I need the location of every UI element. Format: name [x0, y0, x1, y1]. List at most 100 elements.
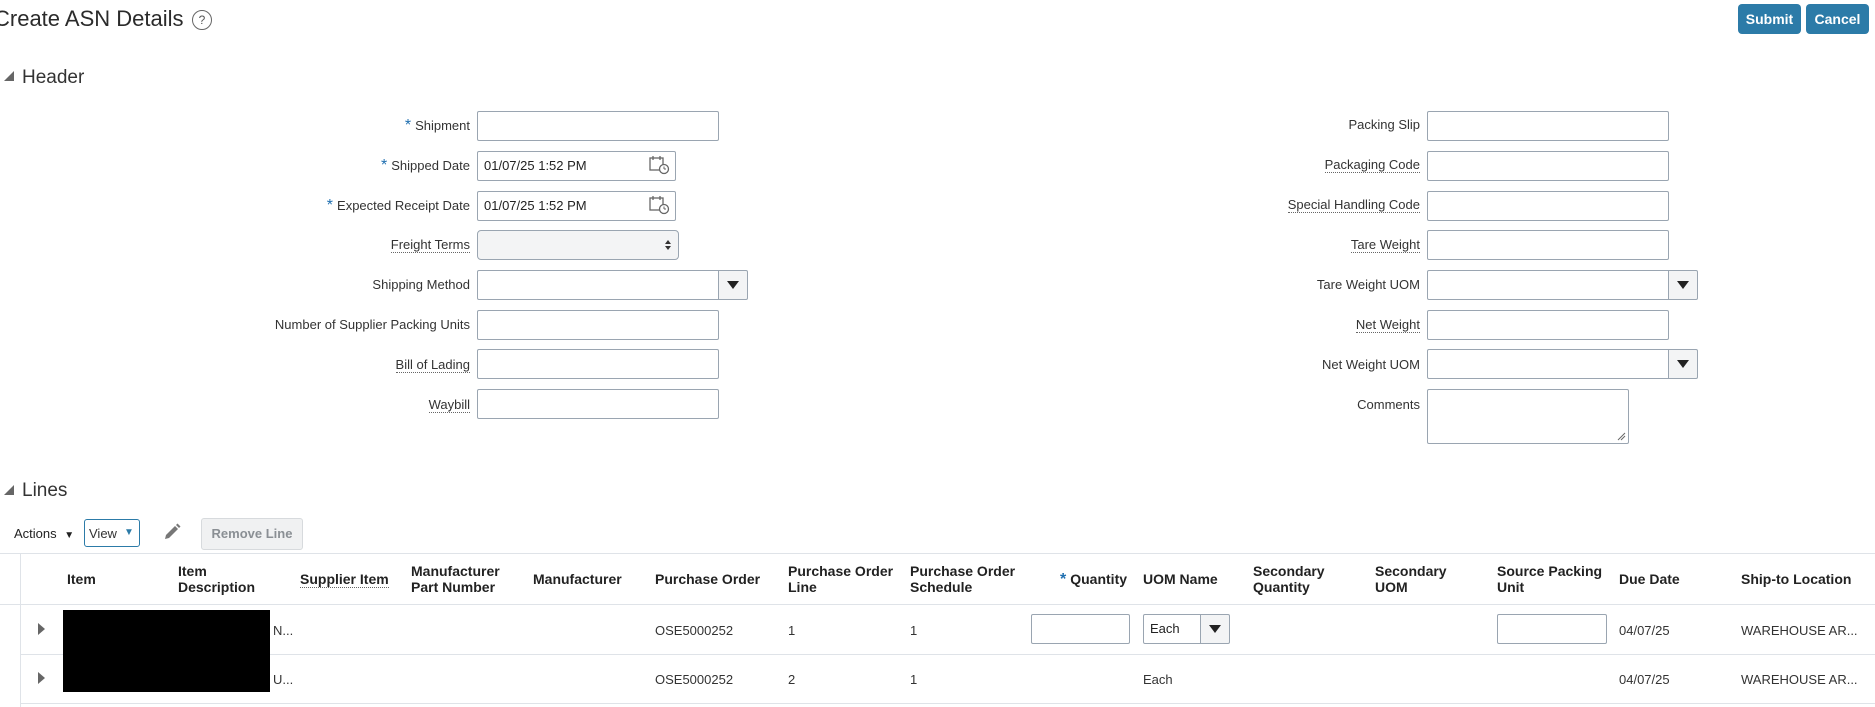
col-purchase-order[interactable]: Purchase Order	[655, 571, 760, 587]
packing-slip-input[interactable]	[1427, 111, 1669, 141]
uom-select[interactable]: Each	[1143, 614, 1201, 644]
ship-to-cell: WAREHOUSE AR...	[1741, 672, 1858, 687]
required-icon: *	[326, 197, 334, 214]
page-title: Create ASN Details	[0, 6, 184, 31]
col-ship-to-location[interactable]: Ship-to Location	[1741, 571, 1851, 587]
net-weight-uom-input[interactable]	[1427, 349, 1669, 379]
col-po-line[interactable]: Purchase Order Line	[788, 563, 893, 595]
packaging-code-input[interactable]	[1427, 151, 1669, 181]
calendar-icon[interactable]	[649, 195, 671, 215]
required-icon: *	[404, 117, 412, 134]
chevron-down-icon	[1677, 360, 1689, 368]
chevron-down-icon: ▼	[124, 527, 134, 538]
edit-pencil-icon[interactable]	[162, 522, 182, 545]
chevron-down-icon: ▼	[64, 530, 75, 541]
col-supplier-item[interactable]: Supplier Item	[300, 571, 389, 588]
supplier-packing-units-input[interactable]	[477, 310, 719, 340]
supplier-packing-units-label: Number of Supplier Packing Units	[274, 317, 470, 332]
col-secondary-uom[interactable]: Secondary UOM	[1375, 563, 1447, 595]
item-description-cell: N...	[273, 623, 294, 638]
remove-line-button[interactable]: Remove Line	[201, 518, 303, 550]
po-line-cell: 2	[788, 672, 796, 687]
expand-row-icon[interactable]	[38, 623, 45, 635]
view-label: View	[89, 526, 117, 541]
net-weight-uom-dropdown-button[interactable]	[1668, 349, 1698, 379]
waybill-input[interactable]	[477, 389, 719, 419]
packaging-code-label: Packaging Code	[1324, 157, 1420, 173]
bill-of-lading-input[interactable]	[477, 349, 719, 379]
help-icon[interactable]: ?	[192, 10, 212, 30]
submit-button[interactable]: Submit	[1738, 4, 1801, 34]
resize-handle-icon[interactable]	[1616, 431, 1626, 441]
source-packing-unit-input[interactable]	[1497, 614, 1607, 644]
shipment-label: * Shipment	[404, 117, 470, 134]
col-po-schedule[interactable]: Purchase Order Schedule	[910, 563, 1015, 595]
row-divider	[20, 703, 1875, 704]
redacted-region	[63, 610, 270, 692]
cancel-button[interactable]: Cancel	[1806, 4, 1869, 34]
quantity-input[interactable]	[1031, 614, 1130, 644]
tare-weight-uom-label: Tare Weight UOM	[1316, 277, 1420, 292]
updown-arrows-icon	[665, 240, 671, 250]
special-handling-code-label: Special Handling Code	[1287, 197, 1420, 213]
po-line-cell: 1	[788, 623, 796, 638]
table-top-border	[0, 553, 1875, 554]
comments-textarea[interactable]	[1427, 389, 1629, 444]
purchase-order-cell: OSE5000252	[655, 623, 734, 638]
uom-cell: Each	[1143, 672, 1173, 687]
col-manufacturer-part-number[interactable]: Manufacturer Part Number	[411, 563, 500, 595]
col-quantity[interactable]: * Quantity	[1060, 571, 1127, 588]
bill-of-lading-label: Bill of Lading	[395, 357, 470, 373]
expand-row-icon[interactable]	[38, 672, 45, 684]
required-icon: *	[1060, 571, 1067, 588]
col-source-packing-unit[interactable]: Source Packing Unit	[1497, 563, 1602, 595]
ship-to-cell: WAREHOUSE AR...	[1741, 623, 1858, 638]
required-icon: *	[380, 157, 388, 174]
col-manufacturer[interactable]: Manufacturer	[533, 571, 622, 587]
purchase-order-cell: OSE5000252	[655, 672, 734, 687]
header-section-title: Header	[22, 67, 85, 88]
collapse-header-icon[interactable]	[4, 71, 14, 81]
shipping-method-dropdown-button[interactable]	[718, 270, 748, 300]
net-weight-label: Net Weight	[1355, 317, 1420, 333]
freight-terms-select[interactable]	[477, 230, 679, 260]
expected-receipt-date-input[interactable]: 01/07/25 1:52 PM	[477, 191, 676, 221]
special-handling-code-input[interactable]	[1427, 191, 1669, 221]
view-menu[interactable]: View ▼	[84, 519, 140, 547]
col-item-description[interactable]: Item Description	[178, 563, 255, 595]
chevron-down-icon	[1677, 281, 1689, 289]
col-uom-name[interactable]: UOM Name	[1143, 571, 1218, 587]
due-date-cell: 04/07/25	[1619, 672, 1670, 687]
col-item[interactable]: Item	[67, 571, 96, 587]
waybill-label: Waybill	[428, 397, 470, 413]
col-due-date[interactable]: Due Date	[1619, 571, 1680, 587]
calendar-icon[interactable]	[649, 155, 671, 175]
net-weight-uom-label: Net Weight UOM	[1321, 357, 1420, 372]
tare-weight-uom-input[interactable]	[1427, 270, 1669, 300]
net-weight-input[interactable]	[1427, 310, 1669, 340]
chevron-down-icon	[1209, 625, 1221, 633]
po-schedule-cell: 1	[910, 672, 918, 687]
col-secondary-quantity[interactable]: Secondary Quantity	[1253, 563, 1325, 595]
actions-menu[interactable]: Actions ▼	[14, 526, 74, 541]
due-date-cell: 04/07/25	[1619, 623, 1670, 638]
collapse-lines-icon[interactable]	[4, 485, 14, 495]
expected-receipt-date-label: * Expected Receipt Date	[326, 197, 470, 214]
uom-dropdown-button[interactable]	[1200, 614, 1230, 644]
shipment-input[interactable]	[477, 111, 719, 141]
tare-weight-uom-dropdown-button[interactable]	[1668, 270, 1698, 300]
shipped-date-input[interactable]: 01/07/25 1:52 PM	[477, 151, 676, 181]
actions-label: Actions	[14, 526, 57, 541]
tare-weight-label: Tare Weight	[1350, 237, 1420, 253]
po-schedule-cell: 1	[910, 623, 918, 638]
lines-section-title: Lines	[22, 480, 68, 501]
shipped-date-label: * Shipped Date	[380, 157, 470, 174]
freight-terms-label: Freight Terms	[390, 237, 470, 253]
chevron-down-icon	[727, 281, 739, 289]
shipping-method-label: Shipping Method	[372, 277, 470, 292]
tare-weight-input[interactable]	[1427, 230, 1669, 260]
item-description-cell: U...	[273, 672, 294, 687]
comments-label: Comments	[1357, 397, 1420, 412]
shipping-method-input[interactable]	[477, 270, 719, 300]
packing-slip-label: Packing Slip	[1348, 117, 1420, 132]
